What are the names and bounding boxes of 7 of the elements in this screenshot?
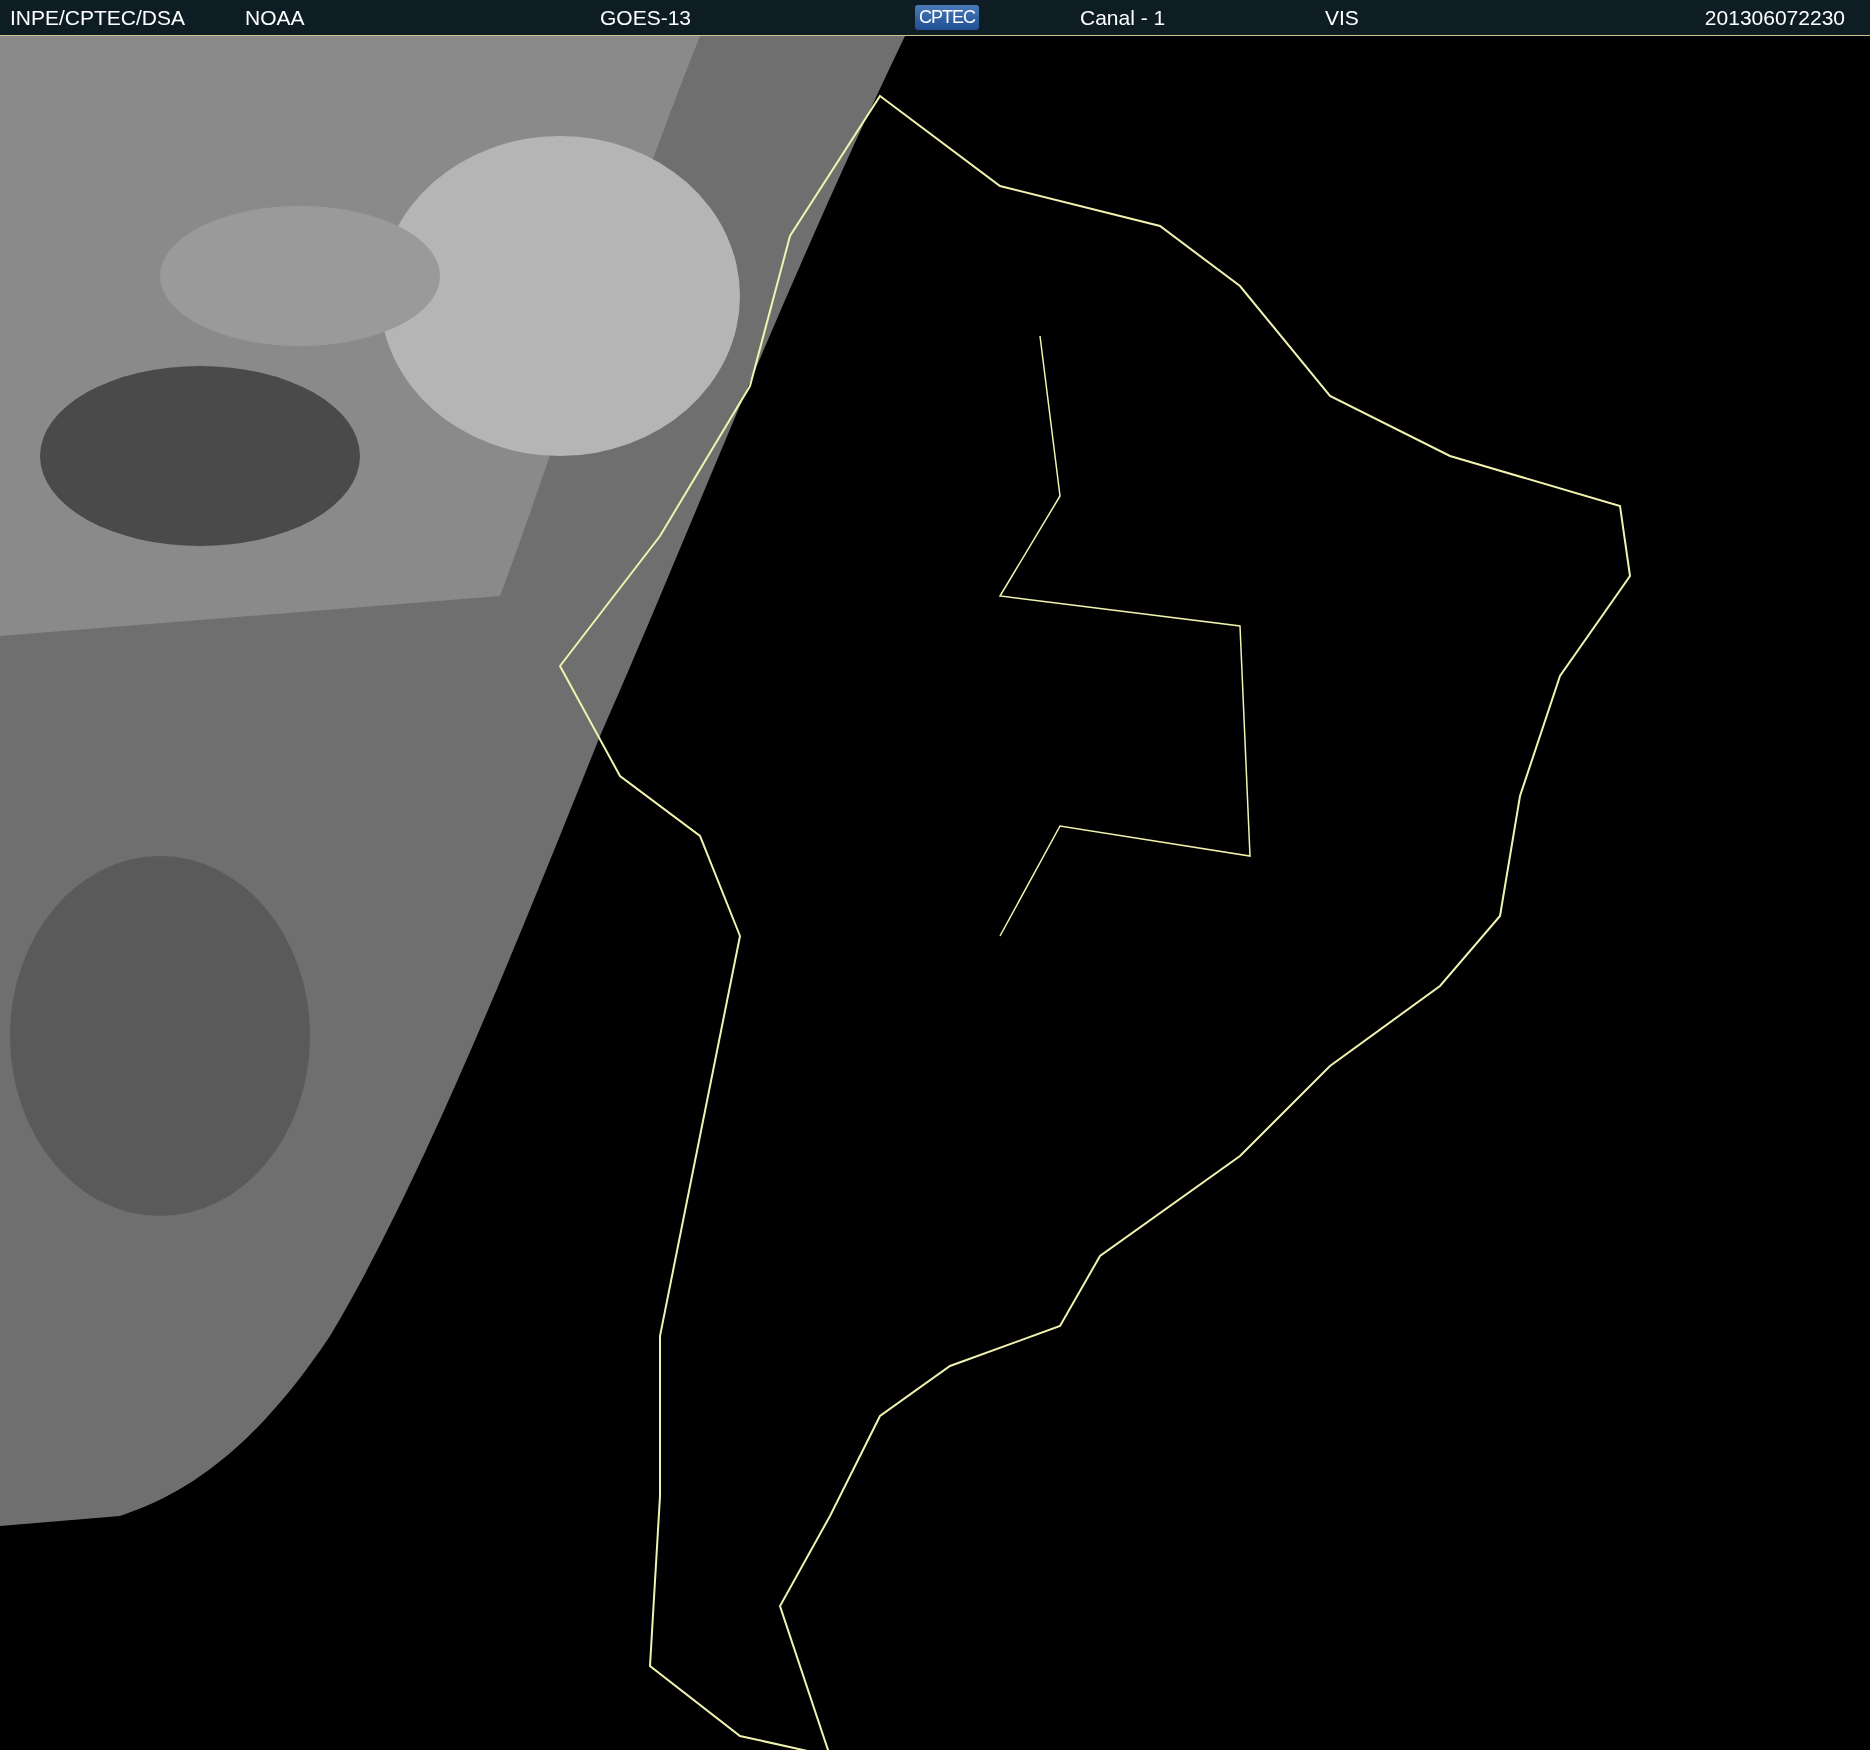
satellite-label: GOES-13	[600, 5, 692, 30]
band-label: VIS	[1325, 5, 1359, 30]
cptec-logo: CPTEC	[915, 5, 979, 30]
channel-label: Canal - 1	[1080, 5, 1166, 30]
agency-label: INPE/CPTEC/DSA	[10, 5, 186, 30]
source-label: NOAA	[245, 5, 305, 30]
timestamp-label: 201306072230	[1704, 5, 1845, 30]
